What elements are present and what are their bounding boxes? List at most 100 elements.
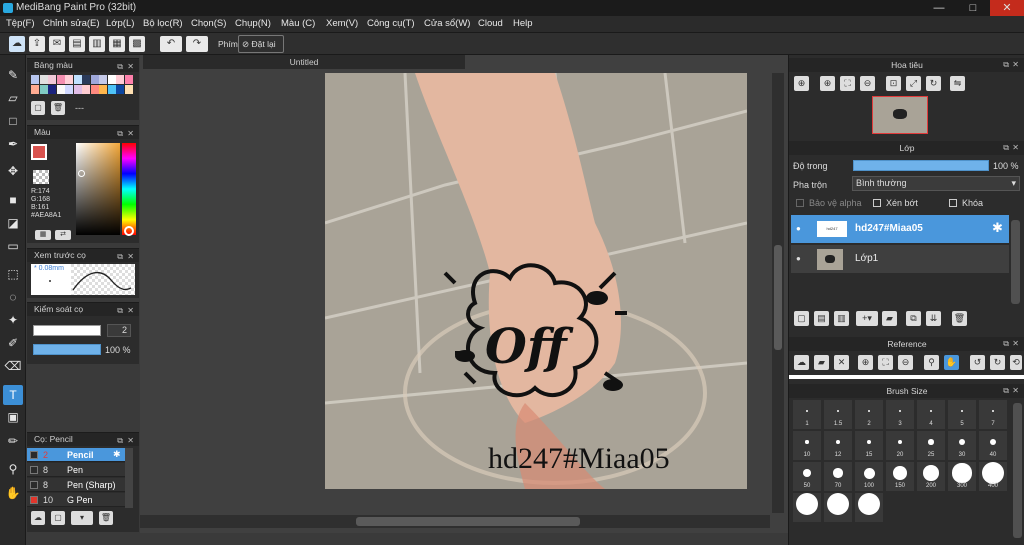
ref-zoom-out-icon[interactable]: ⊖ [898, 355, 913, 370]
palette-swatch[interactable] [116, 75, 124, 84]
canvas-vertical-scrollbar[interactable] [772, 73, 784, 513]
brush-list-item[interactable]: 10 G Pen [27, 493, 125, 507]
layer-row[interactable]: ● hd247 hd247#Miaa05 ✱ [791, 215, 1009, 243]
palette-swatch[interactable] [82, 85, 90, 94]
reset-button[interactable]: ⊘ Đặt lại [238, 35, 284, 53]
merge-layer-icon[interactable]: ⇊ [926, 311, 941, 326]
rect-tool-icon[interactable]: □ [3, 111, 23, 131]
lock-checkbox[interactable] [949, 199, 957, 207]
rotate-icon[interactable]: ↻ [926, 76, 941, 91]
brush-size-cell[interactable]: 150 [886, 462, 914, 491]
palette-swatch[interactable] [124, 85, 133, 94]
palette-swatch[interactable] [31, 75, 39, 84]
float-icon[interactable]: ⧉ [1003, 337, 1009, 351]
palette-swatch[interactable] [39, 75, 48, 84]
float-icon[interactable]: ⧉ [117, 250, 123, 263]
brush-size-cell[interactable]: 7 [979, 400, 1007, 429]
brush-size-cell[interactable] [855, 493, 883, 522]
grid-icon[interactable]: ▦ [109, 36, 125, 52]
close-icon[interactable]: ✕ [127, 250, 134, 263]
brush-size-cell[interactable]: 40 [979, 431, 1007, 460]
brush-size-cell[interactable]: 30 [948, 431, 976, 460]
zoom-in-icon[interactable]: ⊕ [794, 76, 809, 91]
palette-swatch[interactable] [116, 85, 124, 94]
hue-slider[interactable] [122, 143, 136, 235]
brush-size-cell[interactable]: 20 [886, 431, 914, 460]
close-reference-icon[interactable]: ✕ [834, 355, 849, 370]
layer-visibility-icon[interactable]: ● [796, 254, 801, 263]
delete-brush-icon[interactable]: 🗑 [99, 511, 113, 525]
menu-tools[interactable]: Công cụ(T) [367, 18, 415, 29]
menu-layer[interactable]: Lớp(L) [106, 18, 134, 29]
layer-visibility-icon[interactable]: ● [796, 224, 801, 233]
bucket-tool-icon[interactable]: ◪ [3, 213, 23, 233]
brush-size-cell[interactable]: 300 [948, 462, 976, 491]
brush-size-cell[interactable]: 5 [948, 400, 976, 429]
float-icon[interactable]: ⧉ [117, 304, 123, 317]
menu-help[interactable]: Help [513, 18, 533, 29]
share-icon[interactable]: ⇪ [29, 36, 45, 52]
palette-add-icon[interactable]: ▦ [35, 230, 51, 240]
brush-size-scrollbar[interactable] [1013, 403, 1022, 538]
float-icon[interactable]: ⧉ [117, 434, 123, 447]
minimize-button[interactable]: — [922, 0, 956, 16]
zoom-out-icon[interactable]: ⊖ [860, 76, 875, 91]
menu-filter[interactable]: Bộ lọc(R) [143, 18, 183, 29]
actual-size-icon[interactable]: ⊡ [886, 76, 901, 91]
brush-size-cell[interactable]: 3 [886, 400, 914, 429]
zoom-in-alt-icon[interactable]: ⊕ [820, 76, 835, 91]
canvas-document[interactable]: Off hd247#Miaa05 [325, 73, 747, 489]
select-eraser-icon[interactable]: ⌫ [3, 356, 23, 376]
eyedropper-icon[interactable]: ⚲ [3, 459, 23, 479]
trash-icon[interactable]: 🗑 [51, 101, 65, 115]
maximize-button[interactable]: □ [956, 0, 990, 16]
menu-window[interactable]: Cửa sổ(W) [424, 18, 470, 29]
new-palette-icon[interactable]: ▢ [31, 101, 45, 115]
brush-size-cell[interactable]: 4 [917, 400, 945, 429]
brush-settings-icon[interactable]: ✱ [113, 449, 121, 460]
layer-opacity-slider[interactable] [853, 160, 989, 171]
palette-swatch[interactable] [90, 75, 99, 84]
palette-swatch[interactable] [73, 85, 82, 94]
brush-menu-icon[interactable]: ▾ [71, 511, 93, 525]
color-picker-handle[interactable] [78, 170, 85, 177]
brush-size-cell[interactable]: 2 [855, 400, 883, 429]
brush-size-cell[interactable]: 1.5 [824, 400, 852, 429]
brush-size-cell[interactable] [824, 493, 852, 522]
select-pen-icon[interactable]: ✐ [3, 333, 23, 353]
divide-tool-icon[interactable]: ▣ [3, 407, 23, 427]
close-icon[interactable]: ✕ [1012, 337, 1019, 351]
ref-eyedropper-icon[interactable]: ⚲ [924, 355, 939, 370]
move-tool-icon[interactable]: ✥ [3, 161, 23, 181]
brush-size-cell[interactable]: 400 [979, 462, 1007, 491]
eraser-tool-icon[interactable]: ▱ [3, 88, 23, 108]
undo-icon[interactable]: ↶ [160, 36, 182, 52]
page-icon[interactable]: ▤ [69, 36, 85, 52]
menu-edit[interactable]: Chỉnh sửa(E) [43, 18, 100, 29]
ref-hand-icon[interactable]: ✋ [944, 355, 959, 370]
palette-swatch[interactable] [48, 75, 56, 84]
close-icon[interactable]: ✕ [127, 434, 134, 447]
layer-row[interactable]: ● Lớp1 [791, 245, 1009, 273]
ref-fit-icon[interactable]: ⛶ [878, 355, 893, 370]
primary-color-swatch[interactable] [31, 144, 47, 160]
palette-swatch[interactable] [82, 75, 90, 84]
brush-size-cell[interactable]: 12 [824, 431, 852, 460]
cloud-icon[interactable]: ☁ [9, 36, 25, 52]
close-icon[interactable]: ✕ [127, 304, 134, 317]
menu-snap[interactable]: Chụp(N) [235, 18, 271, 29]
menu-cloud[interactable]: Cloud [478, 18, 503, 29]
folder-icon[interactable]: ▰ [882, 311, 897, 326]
palette-swatch[interactable] [65, 75, 73, 84]
blur-tool-icon[interactable]: ✏ [3, 431, 23, 451]
brush-size-cell[interactable]: 200 [917, 462, 945, 491]
palette-swatch[interactable] [56, 75, 65, 84]
document-tab[interactable]: Untitled [143, 55, 465, 69]
protect-alpha-checkbox[interactable] [796, 199, 804, 207]
cloud-brush-icon[interactable]: ☁ [31, 511, 45, 525]
fit-window-icon[interactable]: ⤢ [906, 76, 921, 91]
menu-color[interactable]: Màu (C) [281, 18, 315, 29]
palette-swatch[interactable] [99, 85, 107, 94]
open-folder-icon[interactable]: ▰ [814, 355, 829, 370]
brush-size-cell[interactable]: 70 [824, 462, 852, 491]
